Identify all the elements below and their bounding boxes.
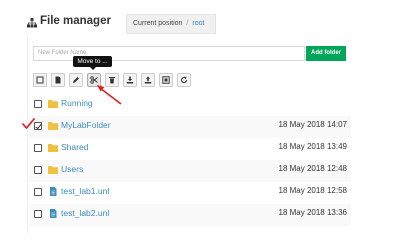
export-icon [162, 76, 170, 84]
folder-icon [48, 100, 58, 108]
row-checkbox[interactable] [34, 166, 42, 174]
file-date: 18 May 2018 12:48 [278, 164, 348, 173]
row-checkbox[interactable] [34, 122, 42, 130]
file-date: 18 May 2018 13:36 [278, 208, 348, 217]
file-name[interactable]: test_lab1.unl [61, 186, 109, 196]
breadcrumb-root-link[interactable]: root [192, 20, 204, 27]
select-all-icon [36, 76, 44, 84]
rename-button[interactable] [69, 73, 83, 87]
export-button[interactable] [159, 73, 173, 87]
row-checkbox[interactable] [34, 100, 42, 108]
file-date: 18 May 2018 13:49 [278, 142, 348, 151]
list-item-test-lab2[interactable]: test_lab2.unl 18 May 2018 13:36 [29, 204, 351, 226]
file-date: 18 May 2018 14:07 [278, 120, 348, 129]
breadcrumb-label: Current position [133, 20, 183, 27]
file-icon [50, 187, 57, 196]
row-checkbox[interactable] [34, 188, 42, 196]
new-file-button[interactable] [51, 73, 65, 87]
new-file-icon [55, 76, 61, 84]
header: File manager Current position / root [27, 14, 377, 36]
folder-icon [48, 166, 58, 174]
row-checkbox[interactable] [34, 144, 42, 152]
annotation-checkmark-icon [22, 118, 35, 129]
refresh-button[interactable] [177, 73, 191, 87]
file-icon [50, 209, 57, 218]
list-item-mylabfolder[interactable]: MyLabFolder 18 May 2018 14:07 [29, 116, 351, 138]
file-name[interactable]: Users [61, 164, 83, 174]
row-checkbox[interactable] [34, 210, 42, 218]
file-manager-window: File manager Current position / root New F… [0, 0, 403, 241]
breadcrumb-separator: / [186, 20, 189, 27]
upload-icon [144, 76, 152, 84]
pencil-icon [73, 77, 79, 83]
list-item-shared[interactable]: Shared 18 May 2018 13:49 [29, 138, 351, 160]
breadcrumb: Current position / root [126, 14, 216, 34]
list-item-running[interactable]: Running [29, 94, 351, 116]
file-name[interactable]: Running [61, 98, 93, 108]
move-tooltip: Move to ... [73, 56, 112, 70]
upload-button[interactable] [141, 73, 155, 87]
list-item-test-lab1[interactable]: test_lab1.unl 18 May 2018 12:58 [29, 182, 351, 204]
list-item-users[interactable]: Users 18 May 2018 12:48 [29, 160, 351, 182]
download-button[interactable] [123, 73, 137, 87]
sitemap-icon [27, 18, 37, 28]
file-date: 18 May 2018 12:58 [278, 186, 348, 195]
refresh-icon [181, 76, 187, 83]
page-title: File manager [40, 15, 111, 27]
download-icon [126, 76, 134, 84]
folder-icon [48, 122, 58, 130]
file-name[interactable]: Shared [61, 142, 88, 152]
file-name[interactable]: test_lab2.unl [61, 208, 109, 218]
add-folder-button[interactable]: Add folder [306, 46, 346, 61]
select-all-button[interactable] [33, 73, 47, 87]
file-name[interactable]: MyLabFolder [61, 120, 111, 130]
folder-icon [48, 144, 58, 152]
